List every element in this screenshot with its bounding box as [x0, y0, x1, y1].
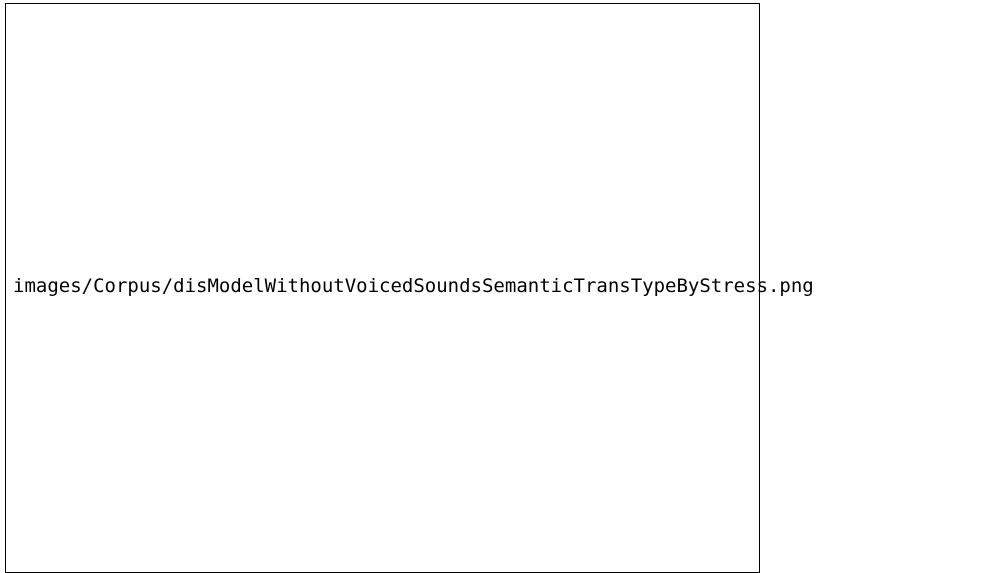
missing-image-path-text: images/Corpus/disModelWithoutVoicedSound…	[13, 275, 814, 297]
